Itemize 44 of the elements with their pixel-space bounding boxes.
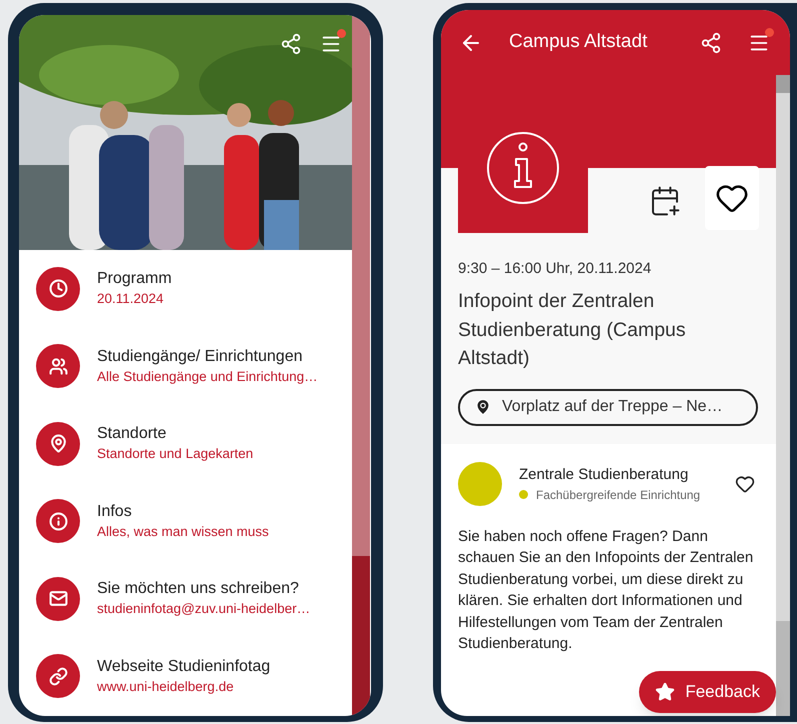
organizer-favorite-button[interactable] <box>735 474 755 494</box>
location-pin-icon <box>48 434 68 454</box>
item-subtitle: Alles, was man wissen muss <box>97 522 269 541</box>
feedback-button[interactable]: Feedback <box>639 671 776 713</box>
organizer-name: Zentrale Studienberatung <box>519 464 690 484</box>
info-icon <box>486 131 560 205</box>
location-chip[interactable]: Vorplatz auf der Treppe – Ne… <box>458 388 758 426</box>
share-icon <box>280 33 302 55</box>
info-icon <box>48 512 68 531</box>
event-time: 9:30 – 16:00 Uhr, 20.11.2024 <box>458 259 652 279</box>
share-icon <box>700 32 722 54</box>
item-subtitle: www.uni-heidelberg.de <box>97 678 235 696</box>
item-title: Standorte <box>97 424 168 444</box>
menu-item[interactable]: Sie möchten uns schreiben? studieninfotag@zuv.uni-heidelber… <box>19 560 352 638</box>
item-title: Programm <box>97 269 172 290</box>
share-button[interactable] <box>280 33 302 55</box>
menu-item[interactable]: Studiengänge/ Einrichtungen Alle Studiengänge und Einrichtung… <box>19 328 352 405</box>
item-title: Webseite Studieninfotag <box>97 656 270 677</box>
menu-item[interactable]: Programm 20.11.2024 <box>19 250 352 328</box>
location-pin-icon <box>474 398 492 416</box>
people-icon <box>48 356 68 376</box>
link-icon <box>48 666 68 686</box>
event-title: Infopoint der Zentralen Studienberatung (Campus Altstadt) <box>458 289 687 371</box>
item-title: Infos <box>97 502 133 522</box>
item-title: Studiengänge/ Einrichtungen <box>97 346 304 367</box>
clock-icon <box>48 279 68 298</box>
favorite-button[interactable] <box>705 166 759 230</box>
item-subtitle: Alle Studiengänge und Einrichtung… <box>97 368 318 386</box>
item-subtitle: 20.11.2024 <box>97 290 165 308</box>
menu-item[interactable]: Webseite Studieninfotag www.uni-heidelberg.de <box>19 638 352 715</box>
menu-item[interactable]: Infos Alles, was man wissen muss <box>19 482 352 560</box>
menu-item[interactable]: Standorte Standorte und Lagekarten <box>19 405 352 482</box>
share-button[interactable] <box>700 32 722 54</box>
mail-icon <box>48 589 68 608</box>
star-icon <box>655 682 676 702</box>
heart-icon <box>735 474 755 494</box>
item-title: Sie möchten uns schreiben? <box>97 579 300 600</box>
calendar-plus-icon <box>649 185 681 217</box>
description-text: Sie haben noch offene Fragen? Dann schauen Sie an den Infopoints der Zentralen Studienberatung vorbei, um diese direkt zu klären. Sie erhalten dort Informationen und Hilfestellungen vom Team der Zentralen Studienberatung. <box>458 526 754 654</box>
add-to-calendar-button[interactable] <box>649 185 681 217</box>
item-subtitle: studieninfotag@zuv.uni-heidelber… <box>97 600 310 618</box>
organizer-category: Fachübergreifende Einrichtung <box>536 486 700 504</box>
item-subtitle: Standorte und Lagekarten <box>97 445 254 464</box>
screen-title: Campus Altstadt <box>509 30 648 54</box>
